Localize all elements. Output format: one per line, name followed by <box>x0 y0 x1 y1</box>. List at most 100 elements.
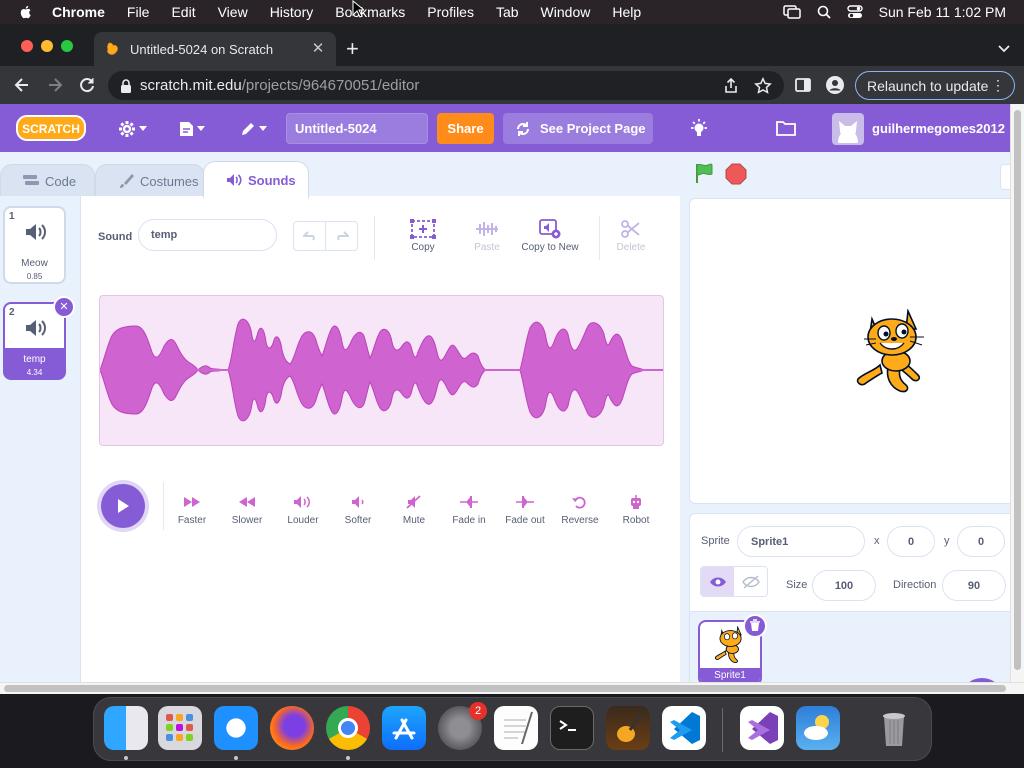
control-center-icon[interactable] <box>846 5 863 19</box>
effect-slower-button[interactable]: Slower <box>219 494 275 526</box>
effect-fade-in-button[interactable]: Fade in <box>441 494 497 526</box>
delete-sound-icon[interactable]: ✕ <box>53 296 75 318</box>
menu-bookmarks[interactable]: Bookmarks <box>335 4 405 20</box>
effect-fade-out-button[interactable]: Fade out <box>497 494 553 526</box>
browser-tab-active[interactable]: Untitled-5024 on Scratch ✕ <box>94 32 336 66</box>
menu-profiles[interactable]: Profiles <box>427 4 474 20</box>
vscode-icon[interactable] <box>662 706 706 750</box>
direction-input[interactable]: 90 <box>942 570 1006 601</box>
stage-size-toggle[interactable] <box>1000 164 1010 190</box>
effect-faster-button[interactable]: Faster <box>164 494 220 526</box>
settings-menu-button[interactable] <box>118 118 147 140</box>
menu-help[interactable]: Help <box>612 4 641 20</box>
firefox-icon[interactable] <box>270 706 314 750</box>
sound-name-input[interactable]: temp <box>138 219 277 251</box>
sprite-name-input[interactable]: Sprite1 <box>737 526 865 557</box>
menu-view[interactable]: View <box>218 4 248 20</box>
weather-icon[interactable] <box>796 706 840 750</box>
show-sprite-button[interactable] <box>701 567 734 596</box>
window-close-button[interactable] <box>21 40 33 52</box>
spotlight-search-icon[interactable] <box>817 5 831 19</box>
side-panel-icon[interactable] <box>793 75 813 95</box>
faster-icon <box>184 497 200 507</box>
y-position-input[interactable]: 0 <box>957 526 1005 557</box>
effect-robot-button[interactable]: Robot <box>608 494 664 526</box>
launchpad-icon[interactable] <box>158 706 202 750</box>
menu-file[interactable]: File <box>127 4 150 20</box>
hide-sprite-button[interactable] <box>734 567 767 596</box>
file-menu-button[interactable] <box>178 118 205 140</box>
scratch-cat-sprite[interactable] <box>850 309 936 399</box>
effect-mute-button[interactable]: Mute <box>386 494 442 526</box>
new-tab-icon[interactable]: + <box>346 38 364 60</box>
tab-sounds[interactable]: Sounds <box>203 161 309 198</box>
safari-icon[interactable] <box>214 706 258 750</box>
paste-button[interactable]: Paste <box>452 216 522 253</box>
x-position-input[interactable]: 0 <box>887 526 935 557</box>
sound-tile-temp[interactable]: 2 temp 4.34 ✕ <box>3 296 75 380</box>
my-stuff-folder-icon[interactable] <box>776 119 796 137</box>
garageband-icon[interactable] <box>606 706 650 750</box>
forward-arrow-icon[interactable] <box>45 75 65 95</box>
green-flag-icon[interactable] <box>693 162 715 184</box>
browser-menu-icon[interactable]: ⋮ <box>991 77 1005 94</box>
delete-sprite-button[interactable] <box>743 614 767 638</box>
trash-icon[interactable] <box>872 706 916 750</box>
redo-button[interactable] <box>326 222 357 250</box>
tab-close-icon[interactable]: ✕ <box>310 41 326 57</box>
tab-sounds-label: Sounds <box>248 172 296 188</box>
copy-to-new-button[interactable]: Copy to New <box>515 216 585 253</box>
fade-in-icon <box>460 496 478 508</box>
play-sound-button[interactable] <box>101 484 145 528</box>
undo-button[interactable] <box>294 222 326 250</box>
lock-icon[interactable] <box>120 78 132 93</box>
size-input[interactable]: 100 <box>812 570 876 601</box>
delete-button[interactable]: Delete <box>596 216 666 253</box>
menu-edit[interactable]: Edit <box>171 4 195 20</box>
page-vertical-scrollbar[interactable] <box>1010 104 1024 682</box>
back-arrow-icon[interactable] <box>12 75 32 95</box>
page-horizontal-scrollbar[interactable] <box>0 682 1024 694</box>
window-minimize-button[interactable] <box>41 40 53 52</box>
url-host: scratch.mit.edu <box>140 77 242 94</box>
sound-tile-meow[interactable]: 1 Meow 0.85 <box>3 206 66 284</box>
project-title-input[interactable]: Untitled-5024 <box>286 113 428 144</box>
menu-app-name[interactable]: Chrome <box>52 4 105 20</box>
menu-window[interactable]: Window <box>541 4 591 20</box>
tab-costumes[interactable]: Costumes <box>95 164 205 197</box>
effect-softer-button[interactable]: Softer <box>330 494 386 526</box>
reverse-icon <box>572 496 586 509</box>
see-project-page-button[interactable]: See Project Page <box>503 113 653 144</box>
tab-search-chevron-icon[interactable] <box>998 42 1010 56</box>
waveform-display[interactable] <box>99 295 664 446</box>
screen-mirroring-icon[interactable] <box>782 5 801 19</box>
app-store-icon[interactable] <box>382 706 426 750</box>
menu-history[interactable]: History <box>270 4 314 20</box>
share-button[interactable]: Share <box>437 113 494 144</box>
relaunch-to-update-button[interactable]: Relaunch to update ⋮ <box>855 71 1015 100</box>
effect-reverse-button[interactable]: Reverse <box>552 494 608 526</box>
stop-sign-icon[interactable] <box>725 163 747 185</box>
apple-icon[interactable] <box>18 4 34 20</box>
bookmark-star-icon[interactable] <box>754 77 772 95</box>
profile-icon[interactable] <box>825 75 845 95</box>
scratch-logo[interactable]: SCRATCH <box>16 114 86 142</box>
copy-button[interactable]: Copy <box>388 216 458 253</box>
tab-code[interactable]: Code <box>0 164 95 197</box>
stage-canvas[interactable] <box>689 198 1010 504</box>
share-page-icon[interactable] <box>722 77 740 95</box>
visual-studio-icon[interactable] <box>740 706 784 750</box>
terminal-icon[interactable] <box>550 706 594 750</box>
chrome-icon[interactable] <box>326 706 370 750</box>
address-bar[interactable]: scratch.mit.edu/projects/964670051/edito… <box>108 71 784 100</box>
theme-lightbulb-icon[interactable] <box>689 118 709 138</box>
window-zoom-button[interactable] <box>61 40 73 52</box>
menu-clock[interactable]: Sun Feb 11 1:02 PM <box>879 4 1006 20</box>
textedit-icon[interactable] <box>494 706 538 750</box>
reload-icon[interactable] <box>77 75 97 95</box>
finder-icon[interactable] <box>104 706 148 750</box>
edit-menu-button[interactable] <box>240 118 267 140</box>
menu-tab[interactable]: Tab <box>496 4 519 20</box>
effect-louder-button[interactable]: Louder <box>275 494 331 526</box>
user-account-menu[interactable]: guilhermegomes2012 <box>832 112 1010 145</box>
